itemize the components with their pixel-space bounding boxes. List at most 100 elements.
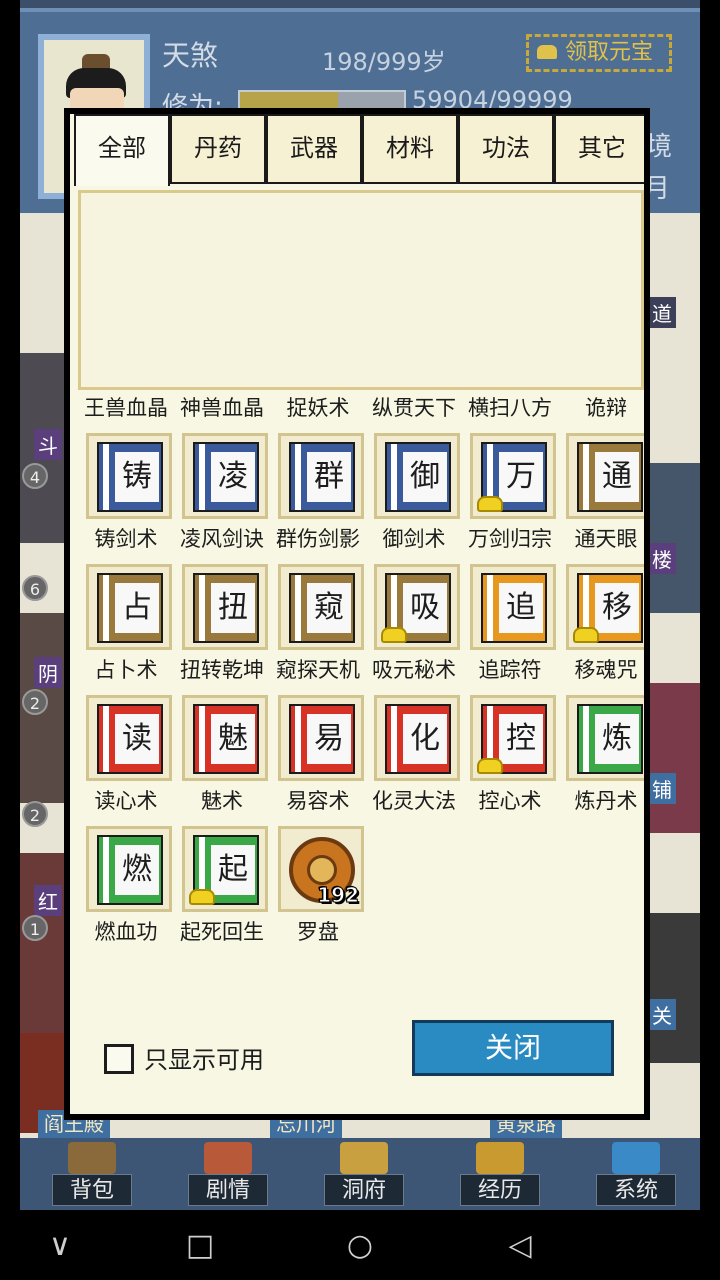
inventory-item[interactable]: 移移魂咒 xyxy=(558,564,644,694)
map-building[interactable] xyxy=(20,853,68,1043)
item-name: 窥探天机 xyxy=(276,658,360,682)
item-name: 读心术 xyxy=(94,789,158,813)
tab-pills[interactable]: 丹药 xyxy=(170,114,266,184)
tab-weapons[interactable]: 武器 xyxy=(266,114,362,184)
player-name: 天煞 xyxy=(162,39,219,72)
inventory-item[interactable]: 13王兽血晶 xyxy=(78,394,174,432)
inventory-item[interactable]: 易易容术 xyxy=(270,695,366,825)
item-slot: 易 xyxy=(278,695,364,781)
technique-book-icon: 炼 xyxy=(577,704,643,774)
item-name: 起死回生 xyxy=(180,920,264,944)
map-tag[interactable]: 阴 xyxy=(34,657,62,688)
inventory-item[interactable]: 魅魅术 xyxy=(174,695,270,825)
player-age: 198/999岁 xyxy=(322,48,446,76)
book-title-char: 易 xyxy=(307,714,351,764)
map-tag[interactable]: 铺 xyxy=(648,773,676,804)
item-slot: 通 xyxy=(566,433,644,519)
claim-ingot-label: 领取元宝 xyxy=(565,40,654,65)
home-button[interactable]: ○ xyxy=(340,1228,380,1264)
book-title-char: 通 xyxy=(595,452,639,502)
inventory-item[interactable]: 群群伤剑影 xyxy=(270,433,366,563)
item-slot: 凌 xyxy=(182,433,268,519)
tab-others[interactable]: 其它 xyxy=(554,114,644,184)
book-title-char: 御 xyxy=(403,452,447,502)
inventory-item[interactable]: 3神兽血晶 xyxy=(174,394,270,432)
book-title-char: 窥 xyxy=(307,583,351,633)
recents-button[interactable]: □ xyxy=(180,1228,220,1264)
map-tag[interactable]: 红 xyxy=(34,885,62,916)
item-name: 通天眼 xyxy=(574,527,638,551)
nav-bag[interactable]: 背包 xyxy=(42,1138,142,1210)
book-spine xyxy=(199,444,205,510)
claim-ingot-button[interactable]: 领取元宝 xyxy=(526,34,672,72)
inventory-item[interactable]: 192 罗盘 xyxy=(270,826,366,956)
map-count-badge: 1 xyxy=(22,915,48,941)
inventory-item[interactable]: 通通天眼 xyxy=(558,433,644,563)
map-tag[interactable]: 关 xyxy=(648,999,676,1030)
tab-materials[interactable]: 材料 xyxy=(362,114,458,184)
inventory-grid-viewport[interactable]: 13王兽血晶3神兽血晶捉捉妖术纵纵贯天下横横扫八方诡诡辩铸铸剑术凌凌风剑诀群群伤… xyxy=(70,394,644,994)
inventory-dialog: 全部 丹药 武器 材料 功法 其它 13王兽血晶3神兽血晶捉捉妖术纵纵贯天下横横… xyxy=(64,108,650,1120)
inventory-item[interactable]: 起起死回生 xyxy=(174,826,270,956)
inventory-item[interactable]: 化化灵大法 xyxy=(366,695,462,825)
inventory-item[interactable]: 御御剑术 xyxy=(366,433,462,563)
item-name: 万剑归宗 xyxy=(468,527,552,551)
inventory-item[interactable]: 诡诡辩 xyxy=(558,394,644,432)
book-spine xyxy=(487,575,493,641)
house-icon xyxy=(340,1142,388,1174)
book-spine xyxy=(295,575,301,641)
item-name: 易容术 xyxy=(286,789,350,813)
hide-bar-button[interactable]: ∨ xyxy=(40,1228,80,1264)
only-usable-checkbox[interactable] xyxy=(104,1044,134,1074)
item-name: 凌风剑诀 xyxy=(180,527,264,551)
book-title-char: 起 xyxy=(211,845,255,895)
cultivation-progress-bar xyxy=(238,90,406,110)
nav-system[interactable]: 系统 xyxy=(586,1138,686,1210)
close-button[interactable]: 关闭 xyxy=(412,1020,614,1076)
nav-experience[interactable]: 经历 xyxy=(450,1138,550,1210)
category-tabs: 全部 丹药 武器 材料 功法 其它 xyxy=(74,114,644,186)
tab-techniques[interactable]: 功法 xyxy=(458,114,554,184)
inventory-item[interactable]: 窥窥探天机 xyxy=(270,564,366,694)
inventory-item[interactable]: 追追踪符 xyxy=(462,564,558,694)
nav-label: 洞府 xyxy=(324,1174,404,1206)
inventory-item[interactable]: 占占卜术 xyxy=(78,564,174,694)
item-name: 扭转乾坤 xyxy=(180,658,264,682)
book-spine xyxy=(295,706,301,772)
nav-story[interactable]: 剧情 xyxy=(178,1138,278,1210)
item-name: 燃血功 xyxy=(94,920,158,944)
inventory-item[interactable]: 万万剑归宗 xyxy=(462,433,558,563)
inventory-item[interactable]: 纵纵贯天下 xyxy=(366,394,462,432)
map-tag[interactable]: 楼 xyxy=(648,543,676,574)
book-title-char: 读 xyxy=(115,714,159,764)
book-title-char: 控 xyxy=(499,714,543,764)
nav-cave[interactable]: 洞府 xyxy=(314,1138,414,1210)
inventory-item[interactable]: 横横扫八方 xyxy=(462,394,558,432)
inventory-item[interactable]: 扭扭转乾坤 xyxy=(174,564,270,694)
book-spine xyxy=(103,444,109,510)
map-tag[interactable]: 斗 xyxy=(34,429,62,460)
map-building[interactable] xyxy=(650,913,700,1063)
technique-book-icon: 扭 xyxy=(193,573,259,643)
inventory-item[interactable]: 炼炼丹术 xyxy=(558,695,644,825)
inventory-item[interactable]: 读读心术 xyxy=(78,695,174,825)
book-title-char: 群 xyxy=(307,452,351,502)
map-building[interactable] xyxy=(650,683,700,833)
inventory-item[interactable]: 吸吸元秘术 xyxy=(366,564,462,694)
map-building[interactable] xyxy=(650,463,700,613)
tab-all[interactable]: 全部 xyxy=(74,114,170,186)
inventory-item[interactable]: 燃燃血功 xyxy=(78,826,174,956)
back-button[interactable]: ◁ xyxy=(500,1228,540,1264)
book-title-char: 魅 xyxy=(211,714,255,764)
book-title-char: 万 xyxy=(499,452,543,502)
inventory-item[interactable]: 捉捉妖术 xyxy=(270,394,366,432)
nav-label: 背包 xyxy=(52,1174,132,1206)
scroll-icon xyxy=(204,1142,252,1174)
inventory-item[interactable]: 铸铸剑术 xyxy=(78,433,174,563)
technique-book-icon: 追 xyxy=(481,573,547,643)
book-title-char: 追 xyxy=(499,583,543,633)
item-name: 控心术 xyxy=(478,789,542,813)
inventory-item[interactable]: 凌凌风剑诀 xyxy=(174,433,270,563)
inventory-item[interactable]: 控控心术 xyxy=(462,695,558,825)
map-tag[interactable]: 道 xyxy=(648,297,676,328)
